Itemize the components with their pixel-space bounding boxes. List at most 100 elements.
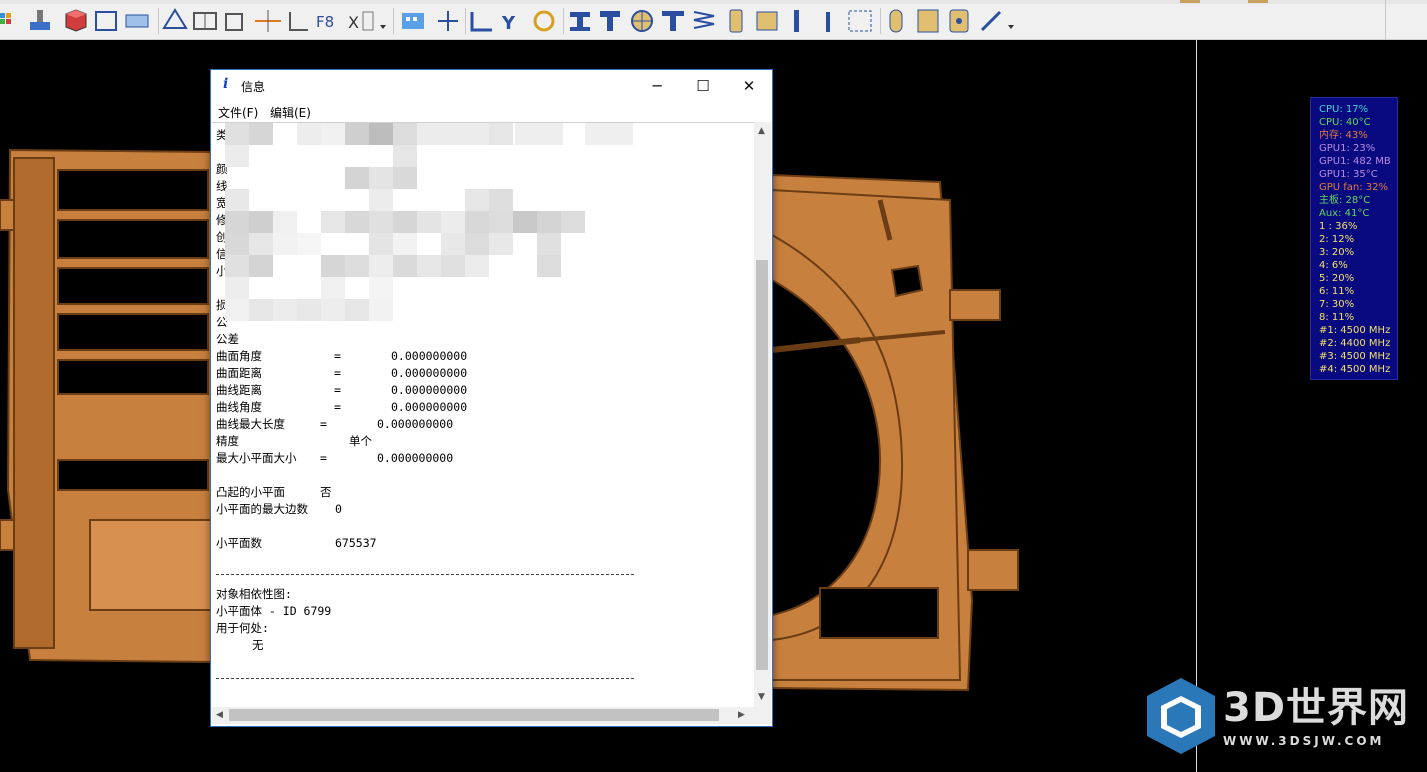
crosshair-icon[interactable] bbox=[255, 10, 281, 32]
tolerance-header: 公差 bbox=[216, 332, 239, 346]
horizontal-scrollbar[interactable]: ◀ ▶ bbox=[212, 707, 754, 724]
convex-facet-value: 否 bbox=[320, 485, 332, 499]
curve-angle-sep: = bbox=[334, 400, 341, 414]
spring-icon[interactable] bbox=[693, 11, 715, 29]
step-icon[interactable] bbox=[756, 11, 778, 31]
max-facet-edges-value: 0 bbox=[335, 502, 342, 516]
precision-label: 精度 bbox=[216, 434, 239, 448]
box-icon[interactable] bbox=[225, 13, 243, 31]
dependency-body: 小平面体 - ID 6799 bbox=[216, 604, 332, 618]
t-beam-icon[interactable] bbox=[662, 11, 684, 31]
pencil-icon[interactable] bbox=[980, 10, 1002, 32]
menu-edit[interactable]: 编辑(E) bbox=[270, 104, 311, 121]
hw-monitor-row: 5: 20% bbox=[1319, 273, 1355, 284]
scrollbar-corner bbox=[754, 707, 771, 724]
main-toolbar: F8 X Y bbox=[0, 0, 1427, 40]
menu-bar: 文件(F) 编辑(E) bbox=[211, 102, 772, 122]
facet-count-label: 小平面数 bbox=[216, 536, 262, 550]
hw-monitor-row: GPU1: 23% bbox=[1319, 143, 1376, 154]
hw-monitor-row: GPU fan: 32% bbox=[1319, 182, 1389, 193]
curve-angle-value: 0.000000000 bbox=[391, 400, 468, 414]
watermark: 3D世界网 WWW.3DSJW.COM bbox=[1143, 676, 1413, 756]
minimize-button[interactable]: ─ bbox=[634, 70, 680, 102]
privacy-blur bbox=[225, 123, 633, 321]
precision-value: 单个 bbox=[349, 434, 372, 448]
rounded-post-icon[interactable] bbox=[889, 9, 903, 33]
slot-icon[interactable] bbox=[729, 9, 743, 33]
scroll-up-icon[interactable]: ▲ bbox=[758, 126, 765, 136]
gear-icon[interactable] bbox=[533, 10, 555, 32]
curve-distance-label: 曲线距离 bbox=[216, 383, 262, 397]
hw-monitor-row: #1: 4500 MHz bbox=[1319, 325, 1391, 336]
vertical-scrollbar[interactable]: ▲ ▼ bbox=[754, 122, 771, 707]
dashed-box-icon[interactable] bbox=[848, 10, 872, 32]
face-angle-sep: = bbox=[334, 349, 341, 363]
f8-icon[interactable]: F8 bbox=[316, 13, 334, 31]
scroll-left-icon[interactable]: ◀ bbox=[216, 710, 223, 720]
scroll-down-icon[interactable]: ▼ bbox=[758, 692, 765, 702]
scroll-right-icon[interactable]: ▶ bbox=[738, 710, 745, 720]
cube-red-icon[interactable] bbox=[65, 9, 87, 32]
hw-monitor-row: GPU1: 35°C bbox=[1319, 169, 1378, 180]
axis-icon[interactable] bbox=[289, 12, 308, 31]
watermark-brand: 3D世界网 bbox=[1223, 685, 1410, 731]
gear-book-icon[interactable] bbox=[193, 12, 217, 30]
max-facet-size-sep: = bbox=[320, 451, 327, 465]
menu-file[interactable]: 文件(F) bbox=[218, 104, 258, 121]
close-button[interactable]: ✕ bbox=[726, 70, 772, 102]
curve-max-length-label: 曲线最大长度 bbox=[216, 417, 285, 431]
convex-facet-label: 凸起的小平面 bbox=[216, 485, 285, 499]
frame-icon[interactable] bbox=[95, 11, 117, 31]
shapes-icon[interactable] bbox=[162, 8, 188, 29]
x-grid-icon[interactable]: X bbox=[348, 13, 359, 32]
face-angle-label: 曲面角度 bbox=[216, 349, 262, 363]
shroud-right bbox=[771, 173, 1019, 692]
face-distance-sep: = bbox=[334, 366, 341, 380]
viewport-divider bbox=[1196, 40, 1197, 772]
curve-angle-label: 曲线角度 bbox=[216, 400, 262, 414]
panel-icon[interactable] bbox=[917, 9, 939, 33]
window-title: 信息 bbox=[241, 80, 266, 94]
curve-distance-sep: = bbox=[334, 383, 341, 397]
brush-icon[interactable] bbox=[30, 10, 50, 30]
face-distance-value: 0.000000000 bbox=[391, 366, 468, 380]
curve-distance-value: 0.000000000 bbox=[391, 383, 468, 397]
pin-icon[interactable] bbox=[600, 11, 620, 31]
curve-max-length-sep: = bbox=[320, 417, 327, 431]
hw-monitor-row: 1 : 36% bbox=[1319, 221, 1358, 232]
curve-max-length-value: 0.000000000 bbox=[377, 417, 454, 431]
max-facet-edges-label: 小平面的最大边数 bbox=[216, 502, 308, 516]
info-text-area[interactable]: 类 颜 线 宽 修 创 信 小 损 公 公差 曲面角度 = 0.00000000… bbox=[212, 122, 754, 708]
hole-icon[interactable] bbox=[949, 9, 969, 33]
watermark-cube-logo bbox=[1147, 678, 1215, 754]
circle-plus-icon[interactable] bbox=[631, 10, 653, 32]
hw-monitor-row: 2: 12% bbox=[1319, 234, 1355, 245]
maximize-button[interactable]: ☐ bbox=[680, 70, 726, 102]
block-icon[interactable] bbox=[125, 14, 149, 28]
hw-monitor-row: 6: 11% bbox=[1319, 286, 1355, 297]
hw-monitor-row: #2: 4400 MHz bbox=[1319, 338, 1391, 349]
dot-grid-icon[interactable] bbox=[402, 13, 424, 29]
window-titlebar[interactable]: i 信息 ─ ☐ ✕ bbox=[211, 70, 772, 102]
bracket-icon[interactable] bbox=[470, 12, 492, 32]
separator-line bbox=[216, 574, 634, 575]
beam-icon[interactable] bbox=[570, 12, 590, 31]
vertical-scroll-thumb[interactable] bbox=[756, 260, 768, 670]
y-icon[interactable]: Y bbox=[501, 13, 516, 34]
hw-monitor-row: 4: 6% bbox=[1319, 260, 1348, 271]
horizontal-scroll-thumb[interactable] bbox=[229, 709, 719, 721]
grid-color-icon[interactable] bbox=[0, 13, 11, 24]
info-icon: i bbox=[223, 76, 229, 92]
post-icon[interactable] bbox=[794, 10, 799, 32]
hw-monitor-row: 8: 11% bbox=[1319, 312, 1355, 323]
screw-icon[interactable] bbox=[826, 12, 830, 32]
face-distance-label: 曲面距离 bbox=[216, 366, 262, 380]
move-icon[interactable] bbox=[438, 11, 458, 31]
facet-count-value: 675537 bbox=[335, 536, 377, 550]
hardware-monitor-overlay: CPU: 17% CPU: 40°C 内存: 43% GPU1: 23% GPU1: 4… bbox=[1310, 97, 1398, 380]
shroud-left bbox=[0, 148, 213, 664]
watermark-url: WWW.3DSJW.COM bbox=[1223, 734, 1385, 748]
hw-monitor-row: Aux: 41°C bbox=[1319, 208, 1370, 219]
hw-monitor-row: CPU: 40°C bbox=[1319, 117, 1371, 128]
hw-monitor-row: 主板: 28°C bbox=[1319, 195, 1371, 206]
